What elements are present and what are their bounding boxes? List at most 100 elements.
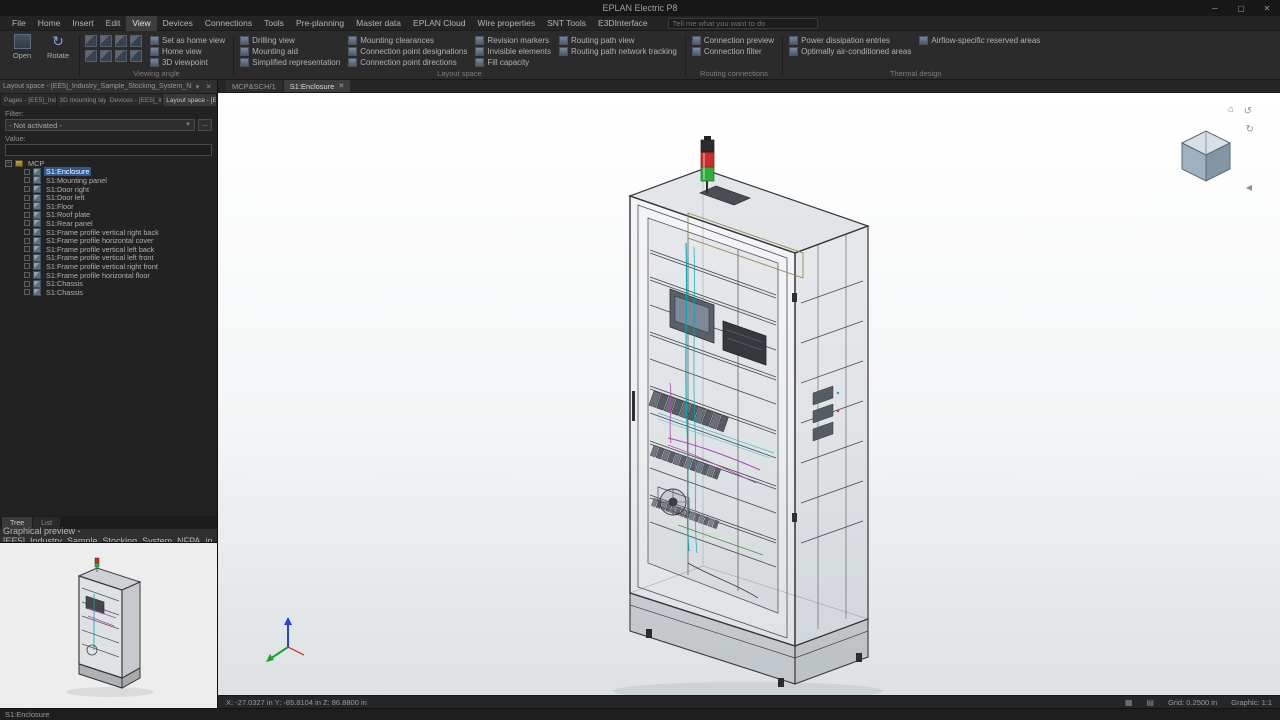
menu-item-eplancloud[interactable]: EPLAN Cloud <box>407 16 471 31</box>
view-front-icon[interactable] <box>85 35 97 47</box>
mounting-clearances-icon <box>348 36 357 45</box>
menu-item-tools[interactable]: Tools <box>258 16 290 31</box>
close-icon[interactable]: ✕ <box>1254 0 1280 16</box>
menu-item-e3dinterface[interactable]: E3DInterface <box>592 16 654 31</box>
tab-devices[interactable]: Devices - [EE5]_In... <box>107 94 162 106</box>
view-bottom-icon[interactable] <box>100 50 112 62</box>
pin-icon[interactable]: ▾ <box>192 83 203 91</box>
menu-item-devices[interactable]: Devices <box>157 16 199 31</box>
grid-setting: Grid: 0.2500 in <box>1168 698 1217 707</box>
tree-root[interactable]: MCP <box>0 159 217 168</box>
menu-item-preplanning[interactable]: Pre-planning <box>290 16 350 31</box>
home-view-button[interactable]: Home view <box>150 46 225 56</box>
tree-item[interactable]: S1:Frame profile vertical left front <box>0 254 217 263</box>
revision-markers-icon <box>475 36 484 45</box>
view-top-icon[interactable] <box>85 50 97 62</box>
mounting-aid-toggle[interactable]: Mounting aid <box>240 46 340 56</box>
part-3d-icon <box>33 176 41 184</box>
part-3d-icon <box>33 228 41 236</box>
view-right-icon[interactable] <box>130 35 142 47</box>
connection-point-designations-toggle[interactable]: Connection point designations <box>348 46 467 56</box>
minimize-icon[interactable]: ─ <box>1202 0 1228 16</box>
tree-item[interactable]: S1:Floor <box>0 202 217 211</box>
connection-filter-toggle[interactable]: Connection filter <box>692 46 774 56</box>
tree-item[interactable]: S1:Frame profile vertical right back <box>0 228 217 237</box>
tree-item[interactable]: S1:Mounting panel <box>0 176 217 185</box>
menu-item-insert[interactable]: Insert <box>66 16 99 31</box>
ribbon-group-label: Routing connections <box>689 68 779 79</box>
drilling-view-toggle[interactable]: Drilling view <box>240 35 340 45</box>
mounting-aid-icon <box>240 47 249 56</box>
rotate-ccw-icon[interactable]: ↺ <box>1244 107 1252 117</box>
mounting-clearances-toggle[interactable]: Mounting clearances <box>348 35 467 45</box>
3d-viewport[interactable]: ⌂ ↺ ↻ ◀ <box>218 93 1280 695</box>
view-left-icon[interactable] <box>115 35 127 47</box>
tree-item[interactable]: S1:Chassis <box>0 279 217 288</box>
filter-dropdown[interactable]: - Not activated - ▼ <box>5 119 195 131</box>
revision-markers-toggle[interactable]: Revision markers <box>475 35 551 45</box>
connection-point-directions-icon <box>348 58 357 67</box>
view-iso-icon[interactable] <box>115 50 127 62</box>
simplified-representation-toggle[interactable]: Simplified representation <box>240 57 340 67</box>
connection-preview-toggle[interactable]: Connection preview <box>692 35 774 45</box>
home-view-icon[interactable]: ⌂ <box>1228 105 1234 115</box>
tab-close-icon[interactable]: ✕ <box>338 82 344 90</box>
ribbon-lead-group: Open ↻ Rotate <box>4 32 76 79</box>
routing-path-network-tracking-toggle[interactable]: Routing path network tracking <box>559 46 677 56</box>
tree-item[interactable]: S1:Roof plate <box>0 211 217 220</box>
filter-more-button[interactable]: ... <box>198 119 212 131</box>
view-custom-icon[interactable] <box>130 50 142 62</box>
maximize-icon[interactable]: ▢ <box>1228 0 1254 16</box>
set-as-home-view-button[interactable]: Set as home view <box>150 35 225 45</box>
panel-close-icon[interactable]: ✕ <box>203 83 214 91</box>
status-icon[interactable]: ▤ <box>1146 698 1154 707</box>
menu-item-file[interactable]: File <box>6 16 32 31</box>
value-input[interactable] <box>5 144 212 156</box>
preview-model <box>4 546 214 706</box>
menu-item-masterdata[interactable]: Master data <box>350 16 407 31</box>
tab-3d-mounting-layout[interactable]: 3D mounting lay... <box>57 94 106 106</box>
part-checkbox-icon <box>24 255 30 261</box>
tree-item[interactable]: S1:Door right <box>0 185 217 194</box>
tab-pages[interactable]: Pages - [EE5]_Ind... <box>1 94 56 106</box>
selected-object-label: S1:Enclosure <box>5 710 50 719</box>
menu-item-connections[interactable]: Connections <box>199 16 258 31</box>
status-icon[interactable]: ▦ <box>1125 698 1133 707</box>
fill-capacity-toggle[interactable]: Fill capacity <box>475 57 551 67</box>
part-checkbox-icon <box>24 177 30 183</box>
tree-item[interactable]: S1:Frame profile horizontal floor <box>0 271 217 280</box>
airflow-specific-reserved-areas-toggle[interactable]: Airflow-specific reserved areas <box>919 35 1040 45</box>
menu-item-wireproperties[interactable]: Wire properties <box>471 16 541 31</box>
menu-item-home[interactable]: Home <box>32 16 67 31</box>
menu-item-view[interactable]: View <box>126 16 156 31</box>
doc-tab-layout-space[interactable]: MCP&SCH/1 <box>226 80 282 92</box>
view-cube[interactable]: ⌂ ↺ ↻ ◀ <box>1174 121 1238 185</box>
tree-item[interactable]: S1:Chassis <box>0 288 217 297</box>
tree-item[interactable]: S1:Rear panel <box>0 219 217 228</box>
menu-item-snttools[interactable]: SNT Tools <box>541 16 592 31</box>
doc-tab-label: S1:Enclosure <box>290 82 335 91</box>
connection-point-directions-toggle[interactable]: Connection point directions <box>348 57 467 67</box>
collapse-icon[interactable] <box>5 160 12 167</box>
tree-item[interactable]: S1:Frame profile vertical right front <box>0 262 217 271</box>
optimally-air-conditioned-areas-toggle[interactable]: Optimally air-conditioned areas <box>789 46 911 56</box>
tree-item[interactable]: S1:Enclosure <box>0 168 217 177</box>
tree-item[interactable]: S1:Frame profile vertical left back <box>0 245 217 254</box>
rotate-button[interactable]: ↻ Rotate <box>40 32 76 60</box>
tab-layout-space[interactable]: Layout space - [E... <box>163 94 216 106</box>
nav-arrow-icon[interactable]: ◀ <box>1246 183 1252 193</box>
chevron-down-icon: ▼ <box>185 122 191 128</box>
power-dissipation-entries-toggle[interactable]: Power dissipation entries <box>789 35 911 45</box>
tree-item[interactable]: S1:Frame profile horizontal cover <box>0 236 217 245</box>
invisible-elements-toggle[interactable]: Invisible elements <box>475 46 551 56</box>
tree-item[interactable]: S1:Door left <box>0 193 217 202</box>
menu-item-edit[interactable]: Edit <box>100 16 127 31</box>
open-button[interactable]: Open <box>4 32 40 60</box>
part-checkbox-icon <box>24 229 30 235</box>
search-input[interactable] <box>668 18 818 29</box>
rotate-cw-icon[interactable]: ↻ <box>1246 125 1254 135</box>
routing-path-view-toggle[interactable]: Routing path view <box>559 35 677 45</box>
view-back-icon[interactable] <box>100 35 112 47</box>
3d-viewpoint-button[interactable]: 3D viewpoint <box>150 57 225 67</box>
doc-tab-enclosure[interactable]: S1:Enclosure ✕ <box>284 80 350 92</box>
